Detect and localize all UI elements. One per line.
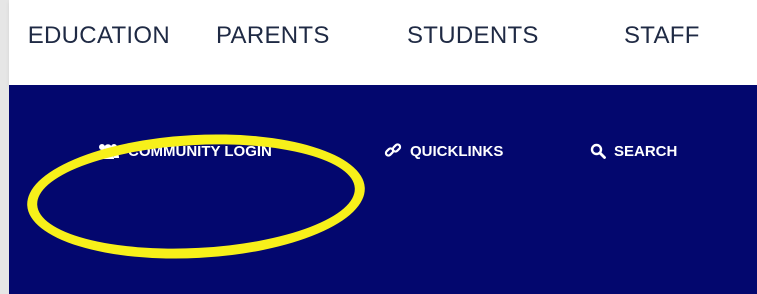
community-login-link[interactable]: COMMUNITY LOGIN — [96, 141, 272, 161]
nav-parents[interactable]: PARENTS — [216, 22, 330, 50]
utility-bar — [9, 85, 757, 294]
nav-students[interactable]: STUDENTS — [407, 22, 539, 50]
nav-parents-label: PARENTS — [216, 22, 330, 49]
nav-staff[interactable]: STAFF — [624, 22, 700, 50]
search-link[interactable]: SEARCH — [590, 141, 677, 161]
nav-students-label: STUDENTS — [407, 22, 539, 49]
community-login-label: COMMUNITY LOGIN — [128, 142, 272, 160]
users-icon — [96, 142, 120, 160]
search-label: SEARCH — [614, 142, 678, 160]
nav-education[interactable]: EDUCATION — [0, 22, 170, 50]
search-icon — [590, 143, 606, 159]
page: EDUCATION PARENTS STUDENTS STAFF COMMUNI… — [0, 0, 757, 294]
link-icon — [384, 142, 402, 160]
nav-staff-label: STAFF — [624, 22, 700, 49]
quicklinks-label: QUICKLINKS — [410, 142, 504, 160]
main-nav: EDUCATION PARENTS STUDENTS STAFF — [9, 0, 757, 85]
quicklinks-link[interactable]: QUICKLINKS — [384, 141, 503, 161]
nav-education-label: EDUCATION — [27, 22, 170, 49]
